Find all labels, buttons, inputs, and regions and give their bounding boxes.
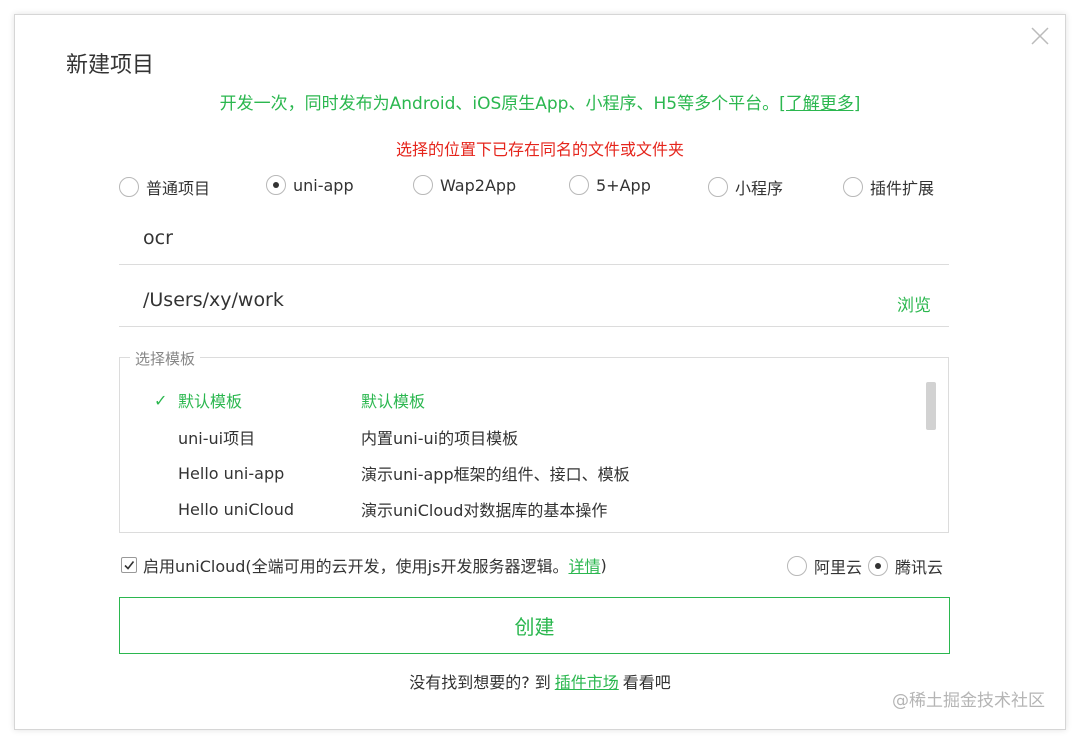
dialog-title: 新建项目	[66, 53, 155, 78]
provider-aliyun[interactable]: 阿里云	[787, 554, 862, 578]
type-uni-app[interactable]: uni-app	[266, 175, 354, 195]
template-name: Hello uniCloud	[178, 499, 295, 519]
template-name: Hello uni-app	[178, 463, 285, 483]
radio-icon[interactable]	[119, 177, 139, 197]
radio-icon[interactable]	[708, 177, 728, 197]
unicloud-label: 启用uniCloud(全端可用的云开发，使用js开发服务器逻辑。	[143, 557, 569, 576]
radio-selected-icon[interactable]	[868, 556, 889, 576]
radio-selected-icon[interactable]	[266, 175, 286, 195]
type-label: 5+App	[596, 175, 651, 195]
create-button[interactable]: 创建	[119, 597, 950, 654]
template-name: uni-ui项目	[178, 429, 256, 448]
template-row[interactable]: uni-ui项目 内置uni-ui的项目模板	[120, 424, 920, 450]
project-name-field	[119, 221, 949, 265]
new-project-dialog: 新建项目 开发一次，同时发布为Android、iOS原生App、小程序、H5等多…	[14, 14, 1066, 730]
template-description: 内置uni-ui的项目模板	[361, 429, 519, 448]
tagline: 开发一次，同时发布为Android、iOS原生App、小程序、H5等多个平台。[…	[15, 89, 1065, 114]
footer-suffix: 看看吧	[622, 673, 671, 692]
type-wap2app[interactable]: Wap2App	[413, 175, 516, 195]
radio-icon[interactable]	[413, 175, 433, 195]
watermark: @稀土掘金技术社区	[892, 691, 1045, 711]
type-label: 插件扩展	[870, 179, 935, 198]
template-selector: 选择模板 ✓ 默认模板 默认模板 uni-ui项目 内置uni-ui的项目模板 …	[119, 348, 949, 533]
error-message: 选择的位置下已存在同名的文件或文件夹	[395, 140, 684, 159]
tagline-text: 开发一次，同时发布为Android、iOS原生App、小程序、H5等多个平台。	[219, 94, 780, 114]
learn-more-link[interactable]: [了解更多]	[779, 94, 860, 114]
template-row[interactable]: Hello uni-app 演示uni-app框架的组件、接口、模板	[120, 460, 920, 486]
provider-label: 阿里云	[814, 558, 863, 577]
type-plugin[interactable]: 插件扩展	[843, 175, 934, 199]
provider-label: 腾讯云	[895, 558, 944, 577]
template-name: 默认模板	[178, 392, 243, 411]
unicloud-label-suffix: )	[600, 555, 607, 575]
project-type-group: 普通项目 uni-app Wap2App 5+App 小程序 插件扩展	[119, 175, 949, 201]
template-row[interactable]: Hello uniCloud 演示uniCloud对数据库的基本操作	[120, 496, 920, 522]
checkmark-icon: ✓	[154, 390, 168, 410]
project-name-input[interactable]	[143, 227, 843, 249]
close-icon[interactable]	[1029, 25, 1051, 47]
type-normal[interactable]: 普通项目	[119, 175, 210, 199]
radio-icon[interactable]	[569, 175, 589, 195]
type-mini-program[interactable]: 小程序	[708, 175, 783, 199]
provider-tencent[interactable]: 腾讯云	[868, 554, 943, 578]
template-description: 默认模板	[361, 392, 426, 411]
type-label: Wap2App	[440, 175, 517, 195]
template-description: 演示uni-app框架的组件、接口、模板	[361, 465, 630, 484]
plugin-market-link[interactable]: 插件市场	[555, 673, 619, 692]
unicloud-details-link[interactable]: 详情	[568, 553, 600, 577]
type-label: 小程序	[735, 179, 784, 198]
unicloud-checkbox[interactable]	[121, 557, 137, 573]
template-description: 演示uniCloud对数据库的基本操作	[361, 501, 608, 520]
footer-prefix: 没有找到想要的? 到	[409, 673, 551, 692]
template-row[interactable]: ✓ 默认模板 默认模板	[120, 387, 920, 413]
template-scrollbar[interactable]	[926, 382, 936, 430]
type-label: 普通项目	[146, 179, 211, 198]
template-legend: 选择模板	[130, 348, 201, 369]
browse-button[interactable]: 浏览	[897, 291, 931, 316]
project-path-field: 浏览	[119, 283, 949, 327]
cloud-provider-group: 阿里云 腾讯云	[787, 555, 949, 577]
radio-icon[interactable]	[843, 177, 863, 197]
project-path-input[interactable]	[143, 289, 843, 311]
type-5plus-app[interactable]: 5+App	[569, 175, 651, 195]
unicloud-option: 启用uniCloud(全端可用的云开发，使用js开发服务器逻辑。 详情)	[121, 554, 607, 576]
radio-icon[interactable]	[787, 556, 807, 576]
type-label: uni-app	[293, 175, 354, 195]
